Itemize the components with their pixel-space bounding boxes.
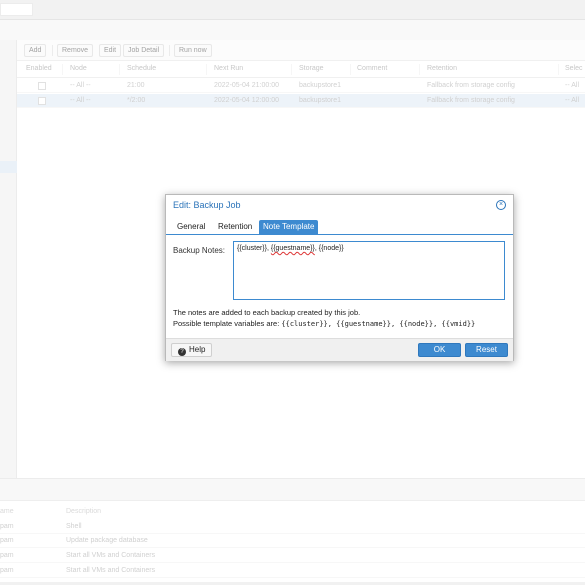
tab-general[interactable]: General [173,220,209,234]
notes-text-misspelled: {{guestname}} [270,245,315,252]
dialog-title: Edit: Backup Job [173,200,241,210]
help-line-1: The notes are added to each backup creat… [173,308,361,317]
reset-button[interactable]: Reset [465,343,508,357]
help-button[interactable]: ? Help [171,343,213,357]
template-help-text: The notes are added to each backup creat… [173,307,475,330]
notes-text: , {{node}} [314,245,344,252]
notes-text: {{cluster}}, [237,245,271,252]
close-icon[interactable]: × [496,200,506,210]
help-button-label: Help [189,345,206,354]
edit-backup-job-dialog: Edit: Backup Job × General Retention Not… [165,194,514,361]
question-circle-icon: ? [178,348,186,356]
backup-notes-label: Backup Notes: [173,246,226,255]
dialog-footer: ? Help OK Reset [166,338,513,361]
tab-retention[interactable]: Retention [214,220,256,234]
template-variables: {{cluster}}, {{guestname}}, {{node}}, {{… [281,320,476,328]
dialog-tabs: General Retention Note Template [166,217,513,235]
tab-note-template[interactable]: Note Template [259,220,319,234]
help-line-2-prefix: Possible template variables are: [173,319,282,328]
ok-button[interactable]: OK [418,343,461,357]
help-line-2: Possible template variables are: {{clust… [173,318,475,330]
backup-notes-textarea[interactable]: {{cluster}}, {{guestname}}, {{node}} [233,241,505,300]
